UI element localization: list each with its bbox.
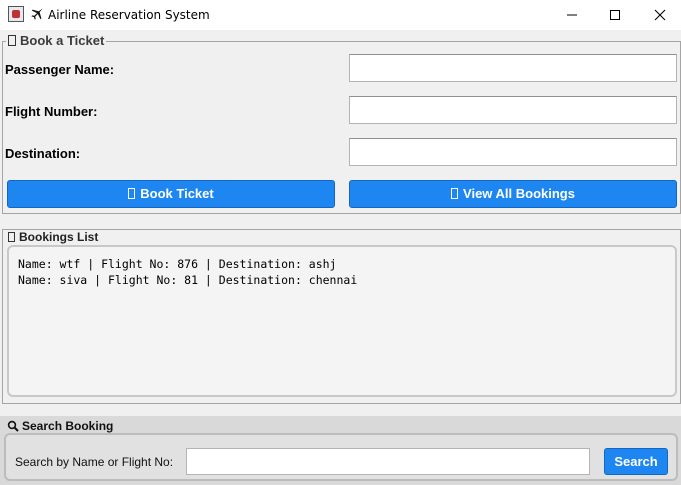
view-all-bookings-button[interactable]: View All Bookings: [349, 180, 677, 208]
title-bar: Airline Reservation System: [0, 0, 681, 30]
maximize-button[interactable]: [592, 0, 638, 30]
book-ticket-button-label: Book Ticket: [140, 186, 214, 201]
search-label: Search by Name or Flight No:: [15, 455, 174, 469]
close-icon: [654, 9, 666, 21]
list-icon: [8, 232, 15, 242]
passenger-name-input[interactable]: [349, 54, 677, 82]
flight-number-label: Flight Number:: [5, 104, 98, 119]
list-icon: [451, 188, 459, 199]
close-button[interactable]: [637, 0, 681, 30]
search-icon: [7, 420, 19, 432]
bookings-list-legend-text: Bookings List: [19, 230, 99, 244]
ticket-icon: [8, 35, 16, 46]
book-ticket-legend-text: Book a Ticket: [20, 33, 105, 48]
destination-label: Destination:: [5, 146, 81, 161]
maximize-icon: [610, 10, 620, 20]
airplane-icon: [31, 8, 43, 20]
book-ticket-button[interactable]: Book Ticket: [7, 180, 335, 208]
flight-number-input[interactable]: [349, 96, 677, 124]
book-ticket-legend: Book a Ticket: [6, 33, 107, 48]
booking-line: Name: siva | Flight No: 81 | Destination…: [18, 273, 358, 287]
app-icon[interactable]: [8, 6, 24, 22]
bookings-list-legend: Bookings List: [6, 230, 101, 244]
search-booking-legend: Search Booking: [7, 419, 113, 433]
ticket-icon: [128, 188, 136, 199]
search-booking-legend-text: Search Booking: [22, 419, 114, 433]
destination-input[interactable]: [349, 138, 677, 166]
window-title: Airline Reservation System: [48, 8, 210, 22]
view-all-bookings-button-label: View All Bookings: [463, 186, 575, 201]
passenger-name-label: Passenger Name:: [5, 62, 115, 77]
minimize-icon: [567, 14, 577, 16]
booking-line: Name: wtf | Flight No: 876 | Destination…: [18, 257, 337, 271]
search-button[interactable]: Search: [604, 448, 668, 475]
search-input[interactable]: [186, 448, 590, 475]
minimize-button[interactable]: [549, 0, 595, 30]
bookings-text-area[interactable]: Name: wtf | Flight No: 876 | Destination…: [7, 245, 677, 397]
